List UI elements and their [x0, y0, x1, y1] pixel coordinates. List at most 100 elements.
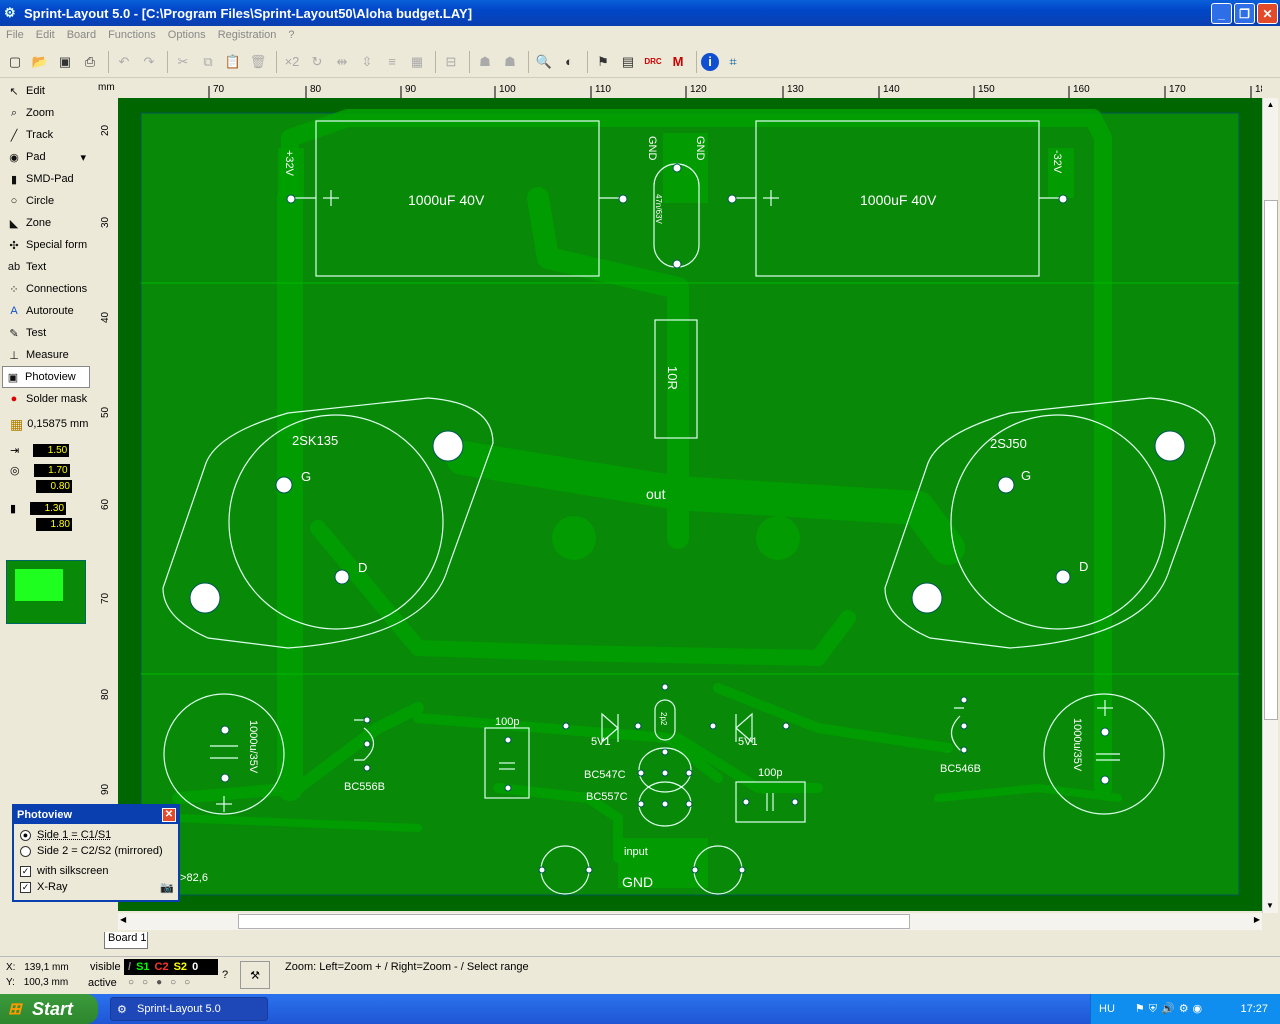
close-button[interactable]: ✕: [1257, 3, 1278, 24]
component-icon[interactable]: ⊟: [440, 51, 462, 73]
xray-checkbox[interactable]: ✓ X-Ray 📷: [14, 879, 178, 895]
tool-solder-mask[interactable]: ● Solder mask: [0, 388, 94, 410]
tool-text[interactable]: ab Text: [0, 256, 94, 278]
pcb-canvas[interactable]: 1000uF 40V 1000uF 40V out 2SK135 2SJ50 G…: [118, 98, 1262, 911]
tool-measure[interactable]: ⊥ Measure: [0, 344, 94, 366]
smd-w-param[interactable]: ▮ 1.30: [0, 500, 94, 516]
lock-icon[interactable]: ☗: [499, 51, 521, 73]
pad-outer-param[interactable]: ◎ 1.70: [0, 462, 94, 478]
layer-color-preview[interactable]: [6, 560, 86, 624]
menu-board[interactable]: Board: [67, 29, 96, 41]
app-icon: ⚙: [117, 1003, 127, 1016]
ruler-left-tick: 20: [100, 124, 111, 136]
group-icon[interactable]: ▦: [406, 51, 428, 73]
track-width-icon: ⇥: [10, 444, 20, 457]
z1-label: 5V1: [591, 736, 611, 748]
tool-track[interactable]: ╱ Track: [0, 124, 94, 146]
print-icon[interactable]: ⎙: [79, 51, 101, 73]
layer-icon[interactable]: ▤: [617, 51, 639, 73]
silkscreen-checkbox[interactable]: ✓ with silkscreen: [14, 863, 178, 879]
tool-zone[interactable]: ◣ Zone: [0, 212, 94, 234]
scroll-right-icon[interactable]: ▶: [1254, 915, 1260, 924]
open-icon[interactable]: 📂: [29, 51, 51, 73]
vertical-scroll-thumb[interactable]: [1264, 200, 1278, 720]
tool-connections[interactable]: ⁘ Connections: [0, 278, 94, 300]
checkbox-checked-icon: ✓: [20, 881, 31, 893]
copy-icon[interactable]: ⧉: [197, 51, 219, 73]
new-icon[interactable]: ▢: [4, 51, 26, 73]
wrench-icon[interactable]: ⚒: [240, 961, 270, 989]
mask-icon[interactable]: ☗: [474, 51, 496, 73]
align-icon[interactable]: ≡: [381, 51, 403, 73]
tool-smd-pad[interactable]: ▮ SMD-Pad: [0, 168, 94, 190]
tab-board-1[interactable]: Board 1: [104, 932, 148, 949]
m-icon[interactable]: M: [667, 51, 689, 73]
layer-c2[interactable]: C2: [155, 961, 169, 973]
pad-inner-param[interactable]: 0.80: [0, 478, 94, 494]
redo-icon[interactable]: ↷: [138, 51, 160, 73]
x2-icon[interactable]: ×2: [281, 51, 303, 73]
c100p1-label: 100p: [495, 716, 519, 728]
cut-icon[interactable]: ✂: [172, 51, 194, 73]
grid-icon[interactable]: ⌗: [722, 51, 744, 73]
mirror-h-icon[interactable]: ⇹: [331, 51, 353, 73]
vertical-scrollbar[interactable]: ▲ ▼: [1262, 98, 1278, 913]
menu-edit[interactable]: Edit: [36, 29, 55, 41]
language-indicator[interactable]: HU: [1099, 1003, 1115, 1015]
info-icon[interactable]: i: [701, 52, 719, 71]
tool-autoroute[interactable]: A Autoroute: [0, 300, 94, 322]
grid-icon: ▦: [10, 415, 24, 432]
tool-circle[interactable]: ○ Circle: [0, 190, 94, 212]
tool-special-form[interactable]: ✣ Special form: [0, 234, 94, 256]
layer-s1[interactable]: S1: [136, 961, 149, 973]
chevron-down-icon[interactable]: ▾: [80, 151, 86, 164]
tool-pad[interactable]: ◉ Pad ▾: [0, 146, 94, 168]
menu-file[interactable]: File: [6, 29, 24, 41]
smd-h-param[interactable]: 1.80: [0, 516, 94, 532]
save-icon[interactable]: ▣: [54, 51, 76, 73]
maximize-button[interactable]: ❐: [1234, 3, 1255, 24]
layer-0[interactable]: 0: [192, 961, 198, 973]
layer-visibility[interactable]: / S1 C2 S2 0: [124, 959, 218, 975]
delete-icon[interactable]: 🗑: [247, 51, 269, 73]
layer-s2[interactable]: S2: [174, 961, 187, 973]
drc-icon[interactable]: DRC: [642, 51, 664, 73]
help-icon[interactable]: ?: [222, 969, 228, 981]
ruler-top-tick: 120: [690, 84, 707, 95]
menu-help[interactable]: ?: [288, 29, 294, 41]
tool-zoom[interactable]: ⌕ Zoom: [0, 102, 94, 124]
contrast-icon[interactable]: ◐: [558, 51, 580, 73]
scroll-up-icon[interactable]: ▲: [1263, 98, 1278, 112]
rotate-icon[interactable]: ↻: [306, 51, 328, 73]
photoview-title: Photoview: [17, 809, 73, 821]
tool-test[interactable]: ✎ Test: [0, 322, 94, 344]
menu-functions[interactable]: Functions: [108, 29, 156, 41]
tray-icons[interactable]: ⚑⛨🔊⚙◉: [1135, 1002, 1206, 1016]
paste-icon[interactable]: 📋: [222, 51, 244, 73]
start-button[interactable]: ⊞ Start: [0, 994, 98, 1024]
close-icon[interactable]: ✕: [162, 808, 176, 822]
menu-registration[interactable]: Registration: [218, 29, 277, 41]
macro-icon[interactable]: ⚑: [592, 51, 614, 73]
active-layer-radios[interactable]: ○○●○○: [128, 977, 198, 988]
horizontal-scrollbar[interactable]: ◀ ▶: [118, 913, 1262, 930]
menu-options[interactable]: Options: [168, 29, 206, 41]
d2-label: D: [1079, 559, 1088, 574]
zoom-icon[interactable]: 🔍: [533, 51, 555, 73]
undo-icon[interactable]: ↶: [113, 51, 135, 73]
scroll-left-icon[interactable]: ◀: [120, 915, 126, 924]
grid-setting[interactable]: ▦ 0,15875 mm: [0, 416, 94, 432]
tool-edit[interactable]: ↖ Edit: [0, 80, 94, 102]
taskbar: ⊞ Start ⚙ Sprint-Layout 5.0 HU ⚑⛨🔊⚙◉ 17:27: [0, 994, 1280, 1024]
track-width-param[interactable]: ⇥ 1.50: [0, 442, 94, 458]
horizontal-scroll-thumb[interactable]: [238, 914, 910, 929]
ruler-left-tick: 90: [100, 783, 111, 795]
scroll-down-icon[interactable]: ▼: [1263, 899, 1277, 913]
side2-radio[interactable]: Side 2 = C2/S2 (mirrored): [14, 843, 178, 859]
camera-icon[interactable]: 📷: [160, 881, 174, 894]
tool-photoview[interactable]: ▣ Photoview: [2, 366, 90, 388]
taskbar-app-button[interactable]: ⚙ Sprint-Layout 5.0: [110, 997, 268, 1021]
mirror-v-icon[interactable]: ⇳: [356, 51, 378, 73]
minimize-button[interactable]: _: [1211, 3, 1232, 24]
side1-radio[interactable]: ● Side 1 = C1/S1: [14, 827, 178, 843]
